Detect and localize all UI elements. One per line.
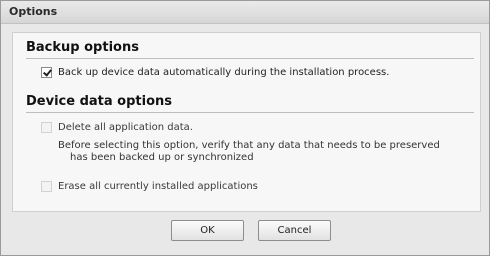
delete-all-data-checkbox[interactable] bbox=[41, 122, 52, 133]
device-data-heading-divider bbox=[26, 112, 474, 113]
erase-apps-label: Erase all currently installed applicatio… bbox=[58, 181, 258, 192]
device-data-options-heading: Device data options bbox=[26, 94, 173, 109]
delete-description-line-1: Before selecting this option, verify tha… bbox=[58, 140, 440, 151]
erase-apps-checkbox[interactable] bbox=[41, 181, 52, 192]
delete-all-data-label: Delete all application data. bbox=[58, 122, 193, 133]
cancel-button[interactable]: Cancel bbox=[258, 220, 331, 241]
backup-heading-divider bbox=[26, 58, 474, 59]
options-panel: Backup options Back up device data autom… bbox=[12, 32, 481, 212]
auto-backup-checkbox[interactable] bbox=[41, 67, 52, 78]
options-dialog: Options Backup options Back up device da… bbox=[0, 0, 490, 256]
backup-options-heading: Backup options bbox=[26, 40, 139, 55]
auto-backup-option[interactable]: Back up device data automatically during… bbox=[41, 67, 389, 78]
erase-apps-option[interactable]: Erase all currently installed applicatio… bbox=[41, 181, 258, 192]
delete-all-data-option[interactable]: Delete all application data. bbox=[41, 122, 193, 133]
auto-backup-label: Back up device data automatically during… bbox=[58, 67, 390, 78]
ok-button[interactable]: OK bbox=[171, 220, 244, 241]
delete-description-line-2: has been backed up or synchronized bbox=[70, 152, 254, 163]
dialog-title: Options bbox=[1, 1, 489, 24]
delete-all-data-description: Before selecting this option, verify tha… bbox=[58, 140, 478, 164]
